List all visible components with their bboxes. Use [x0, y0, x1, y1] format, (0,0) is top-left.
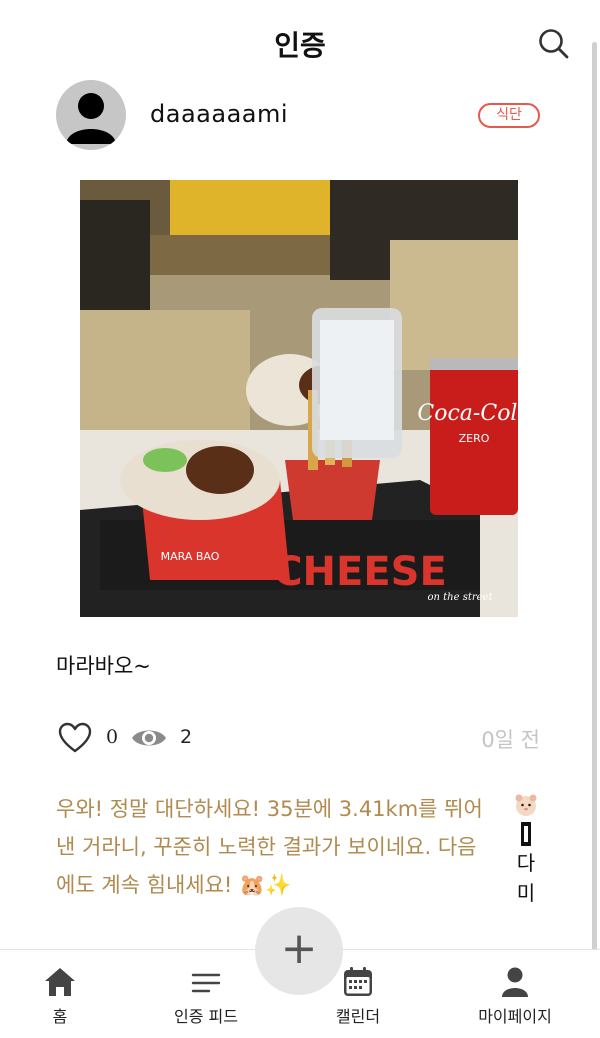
- commenter[interactable]: 다미: [508, 792, 544, 908]
- category-badge[interactable]: 식단: [478, 103, 540, 128]
- search-button[interactable]: [536, 26, 572, 62]
- tab-label-calendar: 캘린더: [335, 1007, 381, 1026]
- tab-mypage[interactable]: 마이페이지: [455, 966, 575, 1027]
- view-icon-wrap: [130, 724, 168, 752]
- badge-icon: [521, 822, 531, 846]
- post-header: daaaaaami 식단: [56, 80, 546, 150]
- heart-icon: [58, 722, 92, 753]
- tab-home[interactable]: 홈: [0, 966, 120, 1027]
- svg-text:CHEESE: CHEESE: [273, 549, 447, 595]
- commenter-name: 다미: [516, 851, 536, 905]
- post-photo[interactable]: Coca-Cola ZERO MARA BAO CHEESE on the st…: [80, 180, 518, 617]
- tab-label-feed: 인증 피드: [174, 1007, 238, 1026]
- post-date: 0일 전: [481, 728, 540, 752]
- view-count: 2: [180, 726, 193, 748]
- calendar-icon: [344, 967, 372, 996]
- post-actions: 0 2 0일 전: [56, 718, 546, 758]
- svg-text:on the street: on the street: [428, 592, 494, 603]
- user-avatar[interactable]: [56, 80, 126, 150]
- svg-text:ZERO: ZERO: [459, 432, 490, 445]
- page-title: 인증: [274, 29, 326, 62]
- hamster-icon: [515, 794, 537, 816]
- search-icon: [539, 29, 569, 59]
- username[interactable]: daaaaaami: [150, 100, 288, 128]
- svg-text:MARA BAO: MARA BAO: [161, 550, 220, 563]
- tab-label-home: 홈: [52, 1007, 68, 1026]
- scrollbar[interactable]: [592, 42, 597, 980]
- post-caption: 마라바오~: [56, 654, 151, 678]
- like-count: 0: [106, 726, 119, 748]
- tab-feed[interactable]: 인증 피드: [146, 966, 266, 1027]
- person-icon: [66, 93, 116, 144]
- comment-text: 우와! 정말 대단하세요! 35분에 3.41km를 뛰어낸 거라니, 꾸준히 …: [56, 797, 483, 897]
- app-header: 인증: [0, 0, 600, 86]
- svg-text:Coca-Cola: Coca-Cola: [417, 401, 518, 426]
- food-photo-image: Coca-Cola ZERO MARA BAO CHEESE on the st…: [80, 180, 518, 617]
- add-post-button[interactable]: +: [255, 907, 343, 995]
- person-icon: [502, 967, 528, 997]
- like-button[interactable]: [58, 722, 92, 754]
- eye-icon: [132, 730, 166, 746]
- feed-icon: [191, 973, 221, 993]
- home-icon: [45, 968, 75, 996]
- tab-label-mypage: 마이페이지: [478, 1007, 552, 1026]
